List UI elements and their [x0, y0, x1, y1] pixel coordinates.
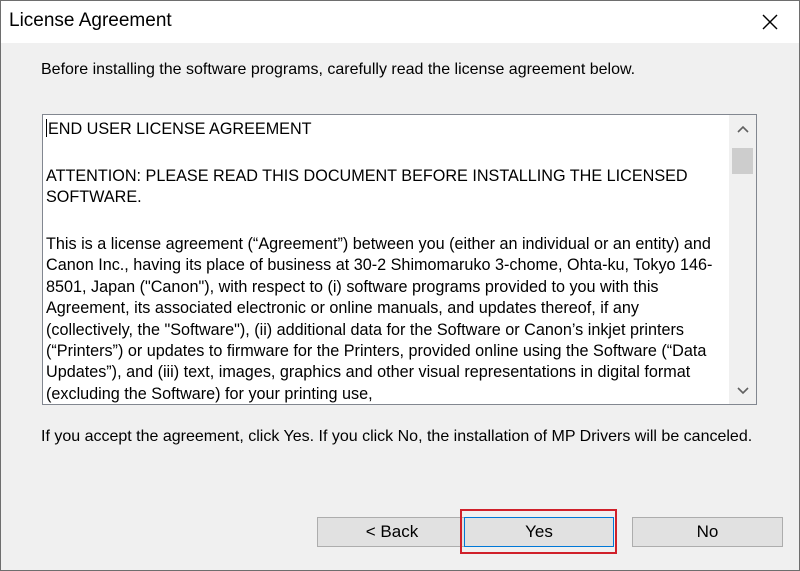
- scroll-down-button[interactable]: [729, 377, 756, 404]
- close-button[interactable]: [741, 1, 799, 43]
- scroll-thumb[interactable]: [732, 148, 753, 174]
- back-button[interactable]: < Back: [317, 517, 467, 547]
- instruction-text: Before installing the software programs,…: [41, 61, 636, 78]
- license-paragraph: ATTENTION: PLEASE READ THIS DOCUMENT BEF…: [46, 166, 688, 207]
- chevron-down-icon: [736, 386, 749, 394]
- license-agreement-dialog: License Agreement Before installing the …: [0, 0, 800, 571]
- license-text: END USER LICENSE AGREEMENT ATTENTION: PL…: [46, 115, 726, 404]
- accept-instruction-text: If you accept the agreement, click Yes. …: [41, 428, 753, 445]
- yes-button-highlight: [460, 509, 617, 554]
- license-paragraph: END USER LICENSE AGREEMENT: [46, 119, 312, 138]
- no-button[interactable]: No: [632, 517, 783, 547]
- close-icon: [762, 14, 778, 30]
- license-text-box[interactable]: END USER LICENSE AGREEMENT ATTENTION: PL…: [42, 114, 757, 405]
- license-paragraph: This is a license agreement (“Agreement”…: [46, 235, 713, 403]
- text-cursor: [46, 119, 47, 137]
- title-bar: License Agreement: [1, 1, 799, 43]
- vertical-scrollbar[interactable]: [729, 115, 756, 404]
- scroll-up-button[interactable]: [729, 115, 756, 142]
- chevron-up-icon: [736, 125, 749, 133]
- window-title: License Agreement: [9, 10, 172, 31]
